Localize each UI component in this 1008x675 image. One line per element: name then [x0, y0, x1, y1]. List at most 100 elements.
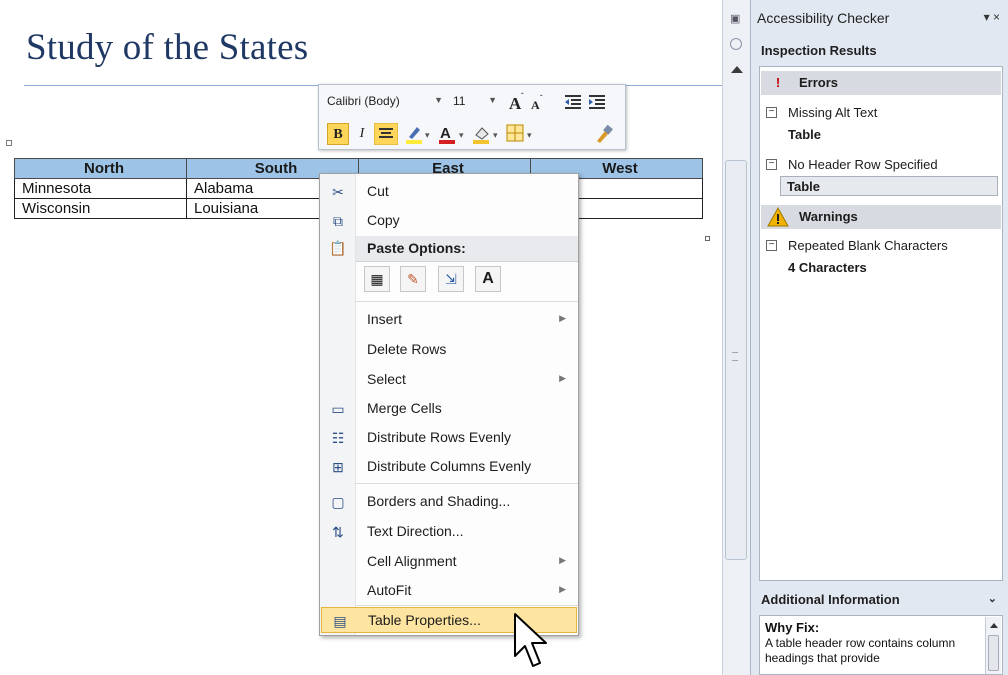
menu-item-label: Delete Rows: [367, 341, 447, 357]
paste-options-header: Paste Options:: [356, 236, 578, 262]
additional-information-box: Why Fix: A table header row contains col…: [759, 615, 1003, 675]
menu-item-label: Table Properties...: [368, 612, 481, 628]
table-resize-handle[interactable]: [705, 236, 710, 241]
paste-text-only-button[interactable]: A: [475, 266, 501, 292]
menu-item-autofit[interactable]: AutoFit ▶: [320, 578, 578, 604]
error-item-table[interactable]: Table: [766, 125, 996, 145]
menu-item-label: Copy: [367, 212, 400, 228]
menu-item-label: Cell Alignment: [367, 553, 457, 569]
error-missing-alt-text[interactable]: − Missing Alt Text: [766, 103, 996, 123]
svg-text:▾: ▾: [527, 130, 532, 140]
menu-item-cut[interactable]: ✂ Cut: [320, 179, 578, 205]
accessibility-checker-pane: Accessibility Checker ▾ × Inspection Res…: [750, 0, 1008, 675]
font-size-dropdown[interactable]: 11 ▼: [449, 91, 501, 113]
error-title: Missing Alt Text: [788, 105, 878, 120]
decrease-indent-icon[interactable]: [563, 93, 583, 111]
mouse-cursor-icon: [514, 613, 547, 667]
menu-item-label: Distribute Rows Evenly: [367, 429, 511, 445]
highlight-color-icon[interactable]: ▾: [403, 123, 433, 145]
paste-nest-table-button[interactable]: ⇲: [438, 266, 464, 292]
ruler-toggle-icon[interactable]: ▣: [730, 12, 742, 25]
error-item-label: Table: [787, 179, 820, 194]
font-size-value: 11: [453, 94, 466, 108]
distribute-columns-icon: ⊞: [332, 459, 344, 475]
errors-group[interactable]: ! Errors: [761, 71, 1001, 95]
document-title[interactable]: Study of the States: [26, 26, 308, 69]
scroll-up-icon[interactable]: [990, 623, 998, 628]
table-cell[interactable]: Wisconsin: [14, 198, 187, 219]
collapse-icon[interactable]: −: [766, 107, 777, 118]
additional-information-header[interactable]: Additional Information ⌄: [759, 588, 1003, 614]
inspection-results-list[interactable]: ! Errors − Missing Alt Text Table − No H…: [759, 66, 1003, 581]
copy-icon: ⧉: [333, 213, 343, 229]
menu-item-label: Insert: [367, 311, 403, 327]
svg-text:▾: ▾: [425, 130, 430, 140]
menu-item-text-direction[interactable]: ⇅ Text Direction...: [320, 519, 578, 545]
svg-text:ˇ: ˇ: [540, 94, 543, 103]
header-cell-north[interactable]: North: [14, 158, 187, 179]
error-item-label: Table: [788, 127, 821, 142]
error-icon: !: [775, 75, 781, 90]
menu-item-label: AutoFit: [367, 582, 412, 598]
menu-item-borders-shading[interactable]: ▢ Borders and Shading...: [320, 489, 578, 515]
center-align-icon[interactable]: [374, 123, 398, 145]
italic-button[interactable]: I: [353, 123, 371, 145]
view-icon[interactable]: [730, 38, 742, 50]
font-name-dropdown[interactable]: Calibri (Body) ▼: [323, 91, 446, 113]
paste-merge-formatting-button[interactable]: ✎: [400, 266, 426, 292]
grow-shrink-font-icon[interactable]: A ˆ A ˇ: [507, 91, 551, 113]
error-item-table-selected[interactable]: Table: [780, 176, 998, 196]
increase-indent-icon[interactable]: [587, 93, 607, 111]
font-name-value: Calibri (Body): [327, 94, 400, 108]
menu-item-merge-cells[interactable]: ▭ Merge Cells: [320, 396, 578, 422]
paste-keep-formatting-button[interactable]: ▦: [364, 266, 390, 292]
scroll-thumb[interactable]: [988, 635, 999, 671]
shading-icon[interactable]: ▾: [471, 123, 501, 145]
vertical-scrollbar[interactable]: ▣: [722, 0, 750, 675]
chevron-down-icon: ▼: [434, 95, 443, 105]
menu-item-distribute-columns[interactable]: ⊞ Distribute Columns Evenly: [320, 454, 578, 480]
scroll-up-icon[interactable]: [731, 66, 743, 73]
menu-item-label: Borders and Shading...: [367, 493, 511, 509]
collapse-icon[interactable]: −: [766, 159, 777, 170]
warnings-label: Warnings: [799, 209, 858, 224]
menu-item-label: Paste Options:: [367, 240, 466, 256]
submenu-arrow-icon: ▶: [559, 584, 566, 594]
submenu-arrow-icon: ▶: [559, 555, 566, 565]
menu-item-insert[interactable]: Insert ▶: [320, 307, 578, 333]
menu-item-distribute-rows[interactable]: ☷ Distribute Rows Evenly: [320, 425, 578, 451]
table-move-handle[interactable]: [6, 140, 12, 146]
error-no-header-row[interactable]: − No Header Row Specified: [766, 155, 996, 175]
warning-item[interactable]: 4 Characters: [766, 258, 996, 278]
svg-text:▾: ▾: [493, 130, 498, 140]
warning-icon: [767, 207, 789, 227]
borders-icon[interactable]: ▾: [505, 123, 535, 145]
context-menu: ✂ Cut ⧉ Copy Paste Options: 📋 ▦ ✎ ⇲ A In…: [319, 173, 579, 636]
menu-item-label: Text Direction...: [367, 523, 464, 539]
format-painter-icon[interactable]: [593, 123, 615, 145]
menu-item-select[interactable]: Select ▶: [320, 367, 578, 393]
font-color-icon[interactable]: A ▾: [437, 123, 467, 145]
warnings-group[interactable]: Warnings: [761, 205, 1001, 229]
collapse-icon[interactable]: −: [766, 240, 777, 251]
text-direction-icon: ⇅: [332, 524, 344, 540]
svg-text:A: A: [440, 125, 451, 142]
warning-repeated-blank[interactable]: − Repeated Blank Characters: [766, 236, 996, 256]
menu-item-delete-rows[interactable]: Delete Rows: [320, 337, 578, 363]
pane-close-button[interactable]: ▾ ×: [984, 10, 1000, 24]
menu-item-cell-alignment[interactable]: Cell Alignment ▶: [320, 549, 578, 575]
submenu-arrow-icon: ▶: [559, 313, 566, 323]
scroll-grip-icon: [732, 352, 738, 361]
bold-button[interactable]: B: [327, 123, 349, 145]
additional-information-label: Additional Information: [761, 592, 900, 607]
menu-item-copy[interactable]: ⧉ Copy: [320, 208, 578, 234]
svg-text:ˆ: ˆ: [521, 92, 524, 101]
submenu-arrow-icon: ▶: [559, 373, 566, 383]
warning-title: Repeated Blank Characters: [788, 238, 948, 253]
menu-item-label: Merge Cells: [367, 400, 442, 416]
chevron-down-icon[interactable]: ⌄: [988, 592, 997, 605]
table-cell[interactable]: Minnesota: [14, 178, 187, 199]
inspection-results-heading: Inspection Results: [761, 43, 877, 58]
info-scrollbar[interactable]: [985, 617, 1001, 674]
merge-cells-icon: ▭: [331, 401, 345, 417]
